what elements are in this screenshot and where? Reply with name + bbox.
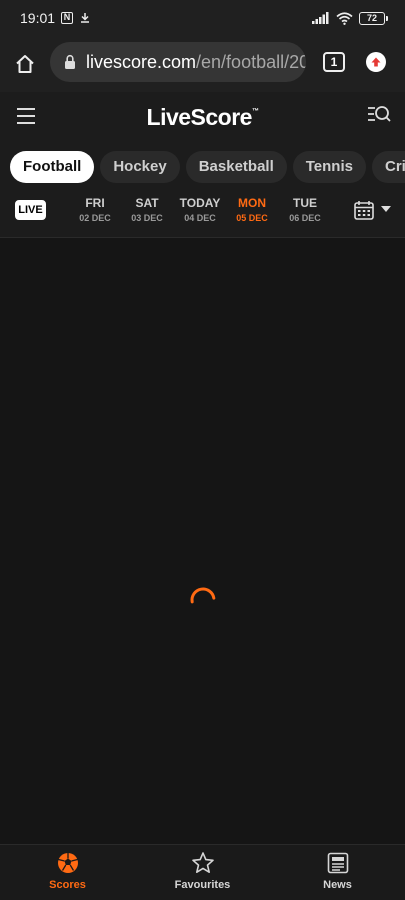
arrow-up-icon <box>371 57 381 67</box>
url-domain: livescore.com <box>86 51 197 72</box>
url-text: livescore.com/en/football/20 <box>86 52 306 73</box>
news-icon <box>327 852 348 874</box>
star-icon <box>191 852 214 873</box>
date-day: MON <box>238 196 266 210</box>
date-item-today[interactable]: TODAY 04 DEC <box>174 196 226 223</box>
download-icon <box>81 13 90 23</box>
nav-favourites[interactable]: Favourites <box>135 845 270 900</box>
date-bar: LIVE FRI 02 DEC SAT 03 DEC TODAY 04 DEC … <box>0 192 405 238</box>
date-date: 06 DEC <box>289 213 321 223</box>
date-date: 02 DEC <box>79 213 111 223</box>
tab-cricket[interactable]: Cricke <box>371 151 405 183</box>
nfc-icon: N <box>61 12 74 24</box>
browser-update-button[interactable] <box>366 52 386 72</box>
tab-tennis[interactable]: Tennis <box>292 151 366 183</box>
logo-text: LiveScore <box>146 104 253 130</box>
date-date: 04 DEC <box>184 213 216 223</box>
date-day: TODAY <box>179 196 221 210</box>
url-path: /en/football/20 <box>196 51 306 72</box>
nav-scores[interactable]: Scores <box>0 845 135 900</box>
soccer-ball-icon <box>57 853 78 873</box>
wifi-icon <box>336 11 353 25</box>
loading-spinner-icon <box>190 587 216 604</box>
address-bar[interactable]: livescore.com/en/football/20 <box>50 42 306 82</box>
calendar-icon[interactable] <box>354 200 374 220</box>
matches-content <box>0 238 405 844</box>
date-day: SAT <box>135 196 159 210</box>
status-bar: 19:01 N 72 <box>0 0 405 36</box>
nav-label: News <box>323 879 352 891</box>
live-button[interactable]: LIVE <box>15 200 46 220</box>
bottom-navigation: Scores Favourites News <box>0 844 405 900</box>
signal-icon <box>312 12 329 24</box>
battery-icon: 72 <box>359 11 388 25</box>
sport-tabs: FootballHockeyBasketballTennisCricke <box>0 142 405 192</box>
date-date: 05 DEC <box>236 213 268 223</box>
date-item-mon[interactable]: MON 05 DEC <box>226 196 278 223</box>
status-time: 19:01 <box>20 10 56 26</box>
date-date: 03 DEC <box>131 213 163 223</box>
home-icon <box>16 55 34 73</box>
tab-hockey[interactable]: Hockey <box>100 151 180 183</box>
browser-toolbar: livescore.com/en/football/20 1 <box>0 36 405 92</box>
tab-switcher-button[interactable]: 1 <box>323 52 345 72</box>
tab-football[interactable]: Football <box>10 151 95 183</box>
home-button[interactable] <box>0 36 50 92</box>
date-item-tue[interactable]: TUE 06 DEC <box>279 196 331 223</box>
nav-label: Scores <box>49 879 86 891</box>
date-item-sat[interactable]: SAT 03 DEC <box>121 196 173 223</box>
search-icon[interactable] <box>367 104 391 128</box>
date-day: TUE <box>293 196 317 210</box>
livescore-logo[interactable]: LiveScore™ <box>0 104 405 131</box>
date-item-fri[interactable]: FRI 02 DEC <box>69 196 121 223</box>
tab-basketball[interactable]: Basketball <box>185 151 287 183</box>
nav-news[interactable]: News <box>270 845 405 900</box>
logo-trademark: ™ <box>251 108 259 115</box>
app-header: LiveScore™ <box>0 92 405 142</box>
nav-label: Favourites <box>174 879 231 891</box>
date-day: FRI <box>85 196 105 210</box>
lock-icon <box>65 54 75 69</box>
chevron-down-icon[interactable] <box>381 206 391 212</box>
